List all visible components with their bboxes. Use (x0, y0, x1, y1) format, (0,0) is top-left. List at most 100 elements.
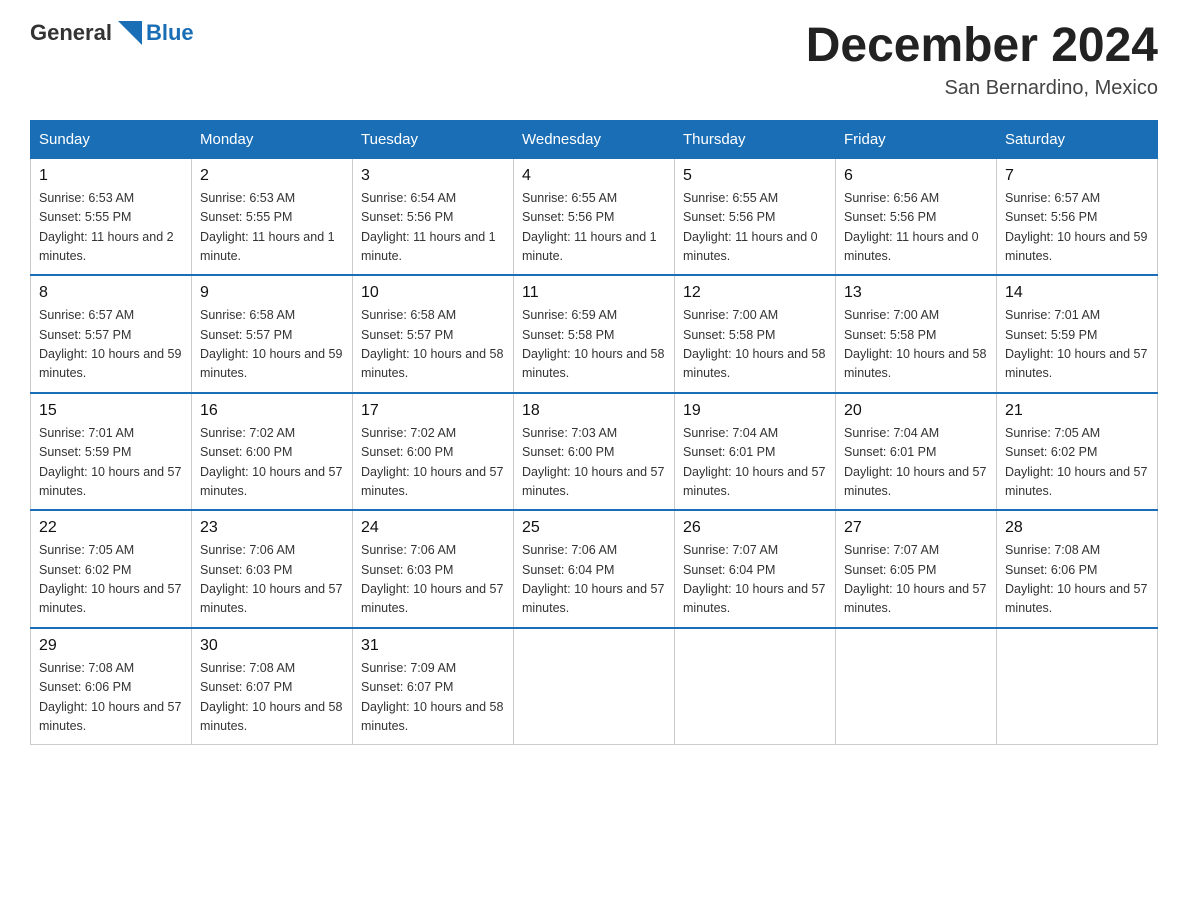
day-number: 27 (844, 519, 988, 537)
day-info: Sunrise: 6:53 AM Sunset: 5:55 PM Dayligh… (39, 189, 183, 267)
col-tuesday: Tuesday (353, 120, 514, 158)
day-number: 25 (522, 519, 666, 537)
day-info: Sunrise: 7:04 AM Sunset: 6:01 PM Dayligh… (683, 424, 827, 502)
day-number: 21 (1005, 402, 1149, 420)
calendar-header-row: Sunday Monday Tuesday Wednesday Thursday… (31, 120, 1158, 158)
day-info: Sunrise: 7:09 AM Sunset: 6:07 PM Dayligh… (361, 659, 505, 737)
day-number: 17 (361, 402, 505, 420)
page-header: General Blue December 2024 San Bernardin… (30, 20, 1158, 100)
day-number: 12 (683, 284, 827, 302)
day-info: Sunrise: 6:58 AM Sunset: 5:57 PM Dayligh… (200, 306, 344, 384)
day-number: 22 (39, 519, 183, 537)
day-info: Sunrise: 7:04 AM Sunset: 6:01 PM Dayligh… (844, 424, 988, 502)
calendar-week-4: 22 Sunrise: 7:05 AM Sunset: 6:02 PM Dayl… (31, 510, 1158, 628)
day-number: 23 (200, 519, 344, 537)
table-row: 19 Sunrise: 7:04 AM Sunset: 6:01 PM Dayl… (675, 393, 836, 511)
table-row: 20 Sunrise: 7:04 AM Sunset: 6:01 PM Dayl… (836, 393, 997, 511)
day-number: 16 (200, 402, 344, 420)
title-area: December 2024 San Bernardino, Mexico (806, 20, 1158, 100)
day-number: 7 (1005, 167, 1149, 185)
table-row: 9 Sunrise: 6:58 AM Sunset: 5:57 PM Dayli… (192, 275, 353, 393)
day-info: Sunrise: 7:06 AM Sunset: 6:04 PM Dayligh… (522, 541, 666, 619)
table-row: 13 Sunrise: 7:00 AM Sunset: 5:58 PM Dayl… (836, 275, 997, 393)
table-row (836, 628, 997, 745)
calendar-table: Sunday Monday Tuesday Wednesday Thursday… (30, 120, 1158, 746)
logo-general: General (30, 20, 112, 46)
col-friday: Friday (836, 120, 997, 158)
day-info: Sunrise: 7:06 AM Sunset: 6:03 PM Dayligh… (361, 541, 505, 619)
col-thursday: Thursday (675, 120, 836, 158)
table-row: 28 Sunrise: 7:08 AM Sunset: 6:06 PM Dayl… (997, 510, 1158, 628)
logo-triangle-icon (118, 21, 142, 45)
day-number: 3 (361, 167, 505, 185)
day-number: 28 (1005, 519, 1149, 537)
day-number: 20 (844, 402, 988, 420)
table-row: 23 Sunrise: 7:06 AM Sunset: 6:03 PM Dayl… (192, 510, 353, 628)
day-number: 29 (39, 637, 183, 655)
day-info: Sunrise: 7:02 AM Sunset: 6:00 PM Dayligh… (200, 424, 344, 502)
table-row: 30 Sunrise: 7:08 AM Sunset: 6:07 PM Dayl… (192, 628, 353, 745)
calendar-week-3: 15 Sunrise: 7:01 AM Sunset: 5:59 PM Dayl… (31, 393, 1158, 511)
day-info: Sunrise: 6:55 AM Sunset: 5:56 PM Dayligh… (522, 189, 666, 267)
table-row: 2 Sunrise: 6:53 AM Sunset: 5:55 PM Dayli… (192, 158, 353, 275)
table-row: 29 Sunrise: 7:08 AM Sunset: 6:06 PM Dayl… (31, 628, 192, 745)
calendar-week-5: 29 Sunrise: 7:08 AM Sunset: 6:06 PM Dayl… (31, 628, 1158, 745)
day-info: Sunrise: 7:07 AM Sunset: 6:05 PM Dayligh… (844, 541, 988, 619)
day-info: Sunrise: 7:01 AM Sunset: 5:59 PM Dayligh… (39, 424, 183, 502)
table-row: 14 Sunrise: 7:01 AM Sunset: 5:59 PM Dayl… (997, 275, 1158, 393)
table-row: 11 Sunrise: 6:59 AM Sunset: 5:58 PM Dayl… (514, 275, 675, 393)
table-row: 25 Sunrise: 7:06 AM Sunset: 6:04 PM Dayl… (514, 510, 675, 628)
table-row: 27 Sunrise: 7:07 AM Sunset: 6:05 PM Dayl… (836, 510, 997, 628)
location: San Bernardino, Mexico (806, 77, 1158, 100)
day-number: 6 (844, 167, 988, 185)
day-number: 8 (39, 284, 183, 302)
table-row: 4 Sunrise: 6:55 AM Sunset: 5:56 PM Dayli… (514, 158, 675, 275)
day-info: Sunrise: 7:05 AM Sunset: 6:02 PM Dayligh… (1005, 424, 1149, 502)
day-info: Sunrise: 6:53 AM Sunset: 5:55 PM Dayligh… (200, 189, 344, 267)
table-row: 21 Sunrise: 7:05 AM Sunset: 6:02 PM Dayl… (997, 393, 1158, 511)
day-number: 19 (683, 402, 827, 420)
table-row: 22 Sunrise: 7:05 AM Sunset: 6:02 PM Dayl… (31, 510, 192, 628)
logo-blue: Blue (146, 20, 194, 46)
col-sunday: Sunday (31, 120, 192, 158)
day-info: Sunrise: 7:08 AM Sunset: 6:07 PM Dayligh… (200, 659, 344, 737)
day-number: 15 (39, 402, 183, 420)
day-info: Sunrise: 7:03 AM Sunset: 6:00 PM Dayligh… (522, 424, 666, 502)
day-number: 2 (200, 167, 344, 185)
table-row: 16 Sunrise: 7:02 AM Sunset: 6:00 PM Dayl… (192, 393, 353, 511)
table-row: 26 Sunrise: 7:07 AM Sunset: 6:04 PM Dayl… (675, 510, 836, 628)
day-info: Sunrise: 7:00 AM Sunset: 5:58 PM Dayligh… (683, 306, 827, 384)
day-info: Sunrise: 7:00 AM Sunset: 5:58 PM Dayligh… (844, 306, 988, 384)
day-info: Sunrise: 6:59 AM Sunset: 5:58 PM Dayligh… (522, 306, 666, 384)
table-row (514, 628, 675, 745)
col-saturday: Saturday (997, 120, 1158, 158)
day-number: 18 (522, 402, 666, 420)
table-row (997, 628, 1158, 745)
day-info: Sunrise: 7:05 AM Sunset: 6:02 PM Dayligh… (39, 541, 183, 619)
calendar-week-1: 1 Sunrise: 6:53 AM Sunset: 5:55 PM Dayli… (31, 158, 1158, 275)
day-number: 31 (361, 637, 505, 655)
col-wednesday: Wednesday (514, 120, 675, 158)
table-row: 12 Sunrise: 7:00 AM Sunset: 5:58 PM Dayl… (675, 275, 836, 393)
day-number: 26 (683, 519, 827, 537)
day-number: 5 (683, 167, 827, 185)
day-info: Sunrise: 7:08 AM Sunset: 6:06 PM Dayligh… (1005, 541, 1149, 619)
day-number: 4 (522, 167, 666, 185)
table-row: 3 Sunrise: 6:54 AM Sunset: 5:56 PM Dayli… (353, 158, 514, 275)
table-row: 17 Sunrise: 7:02 AM Sunset: 6:00 PM Dayl… (353, 393, 514, 511)
col-monday: Monday (192, 120, 353, 158)
table-row: 24 Sunrise: 7:06 AM Sunset: 6:03 PM Dayl… (353, 510, 514, 628)
table-row: 5 Sunrise: 6:55 AM Sunset: 5:56 PM Dayli… (675, 158, 836, 275)
table-row: 8 Sunrise: 6:57 AM Sunset: 5:57 PM Dayli… (31, 275, 192, 393)
day-number: 9 (200, 284, 344, 302)
table-row (675, 628, 836, 745)
day-info: Sunrise: 7:01 AM Sunset: 5:59 PM Dayligh… (1005, 306, 1149, 384)
table-row: 7 Sunrise: 6:57 AM Sunset: 5:56 PM Dayli… (997, 158, 1158, 275)
table-row: 10 Sunrise: 6:58 AM Sunset: 5:57 PM Dayl… (353, 275, 514, 393)
day-info: Sunrise: 6:54 AM Sunset: 5:56 PM Dayligh… (361, 189, 505, 267)
table-row: 31 Sunrise: 7:09 AM Sunset: 6:07 PM Dayl… (353, 628, 514, 745)
day-number: 14 (1005, 284, 1149, 302)
day-info: Sunrise: 7:08 AM Sunset: 6:06 PM Dayligh… (39, 659, 183, 737)
day-info: Sunrise: 6:58 AM Sunset: 5:57 PM Dayligh… (361, 306, 505, 384)
day-number: 10 (361, 284, 505, 302)
